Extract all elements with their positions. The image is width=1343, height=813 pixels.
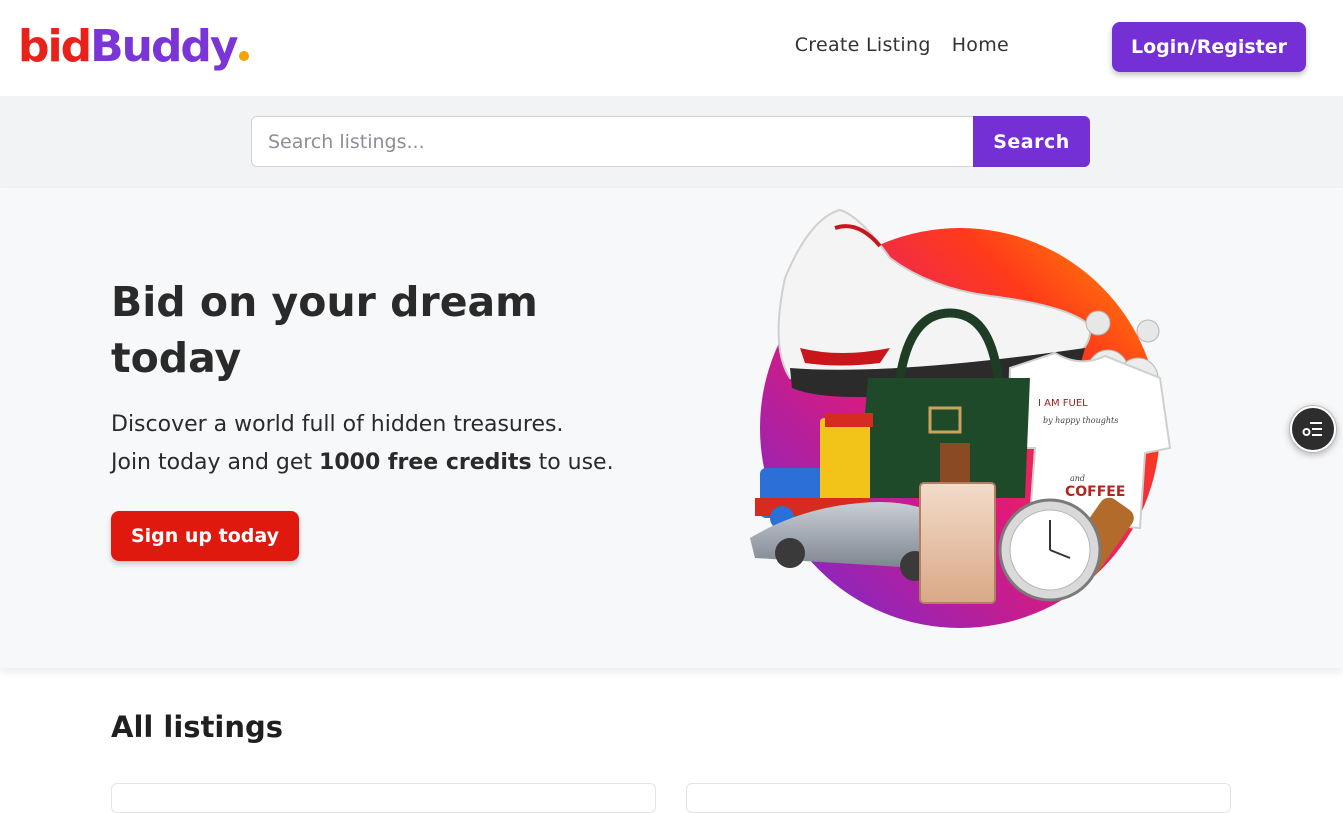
- nav-home[interactable]: Home: [952, 34, 1009, 56]
- hero-text-line-2: Join today and get 1000 free credits to …: [111, 444, 691, 482]
- hero-title: Bid on your dream today: [111, 278, 538, 382]
- logo-part-buddy: Buddy: [90, 21, 239, 72]
- hero-text-line-2-suffix: to use.: [531, 450, 614, 475]
- sign-up-button[interactable]: Sign up today: [111, 511, 299, 561]
- search-input[interactable]: [251, 116, 973, 167]
- free-credits-highlight: 1000 free credits: [319, 450, 532, 475]
- hero-text-line-1: Discover a world full of hidden treasure…: [111, 412, 564, 437]
- nav-create-listing[interactable]: Create Listing: [795, 34, 931, 56]
- hero-text-line-2-prefix: Join today and get: [111, 450, 320, 475]
- site-header: bidBuddy Create Listing Home Login/Regis…: [0, 0, 1343, 96]
- listing-card[interactable]: [111, 783, 656, 813]
- bidbuddy-logo[interactable]: bidBuddy: [18, 20, 249, 74]
- tshirt-print-line-4: COFFEE: [1065, 484, 1125, 500]
- list-settings-icon: [1302, 422, 1322, 436]
- hero-description: Discover a world full of hidden treasure…: [111, 406, 691, 482]
- login-register-button[interactable]: Login/Register: [1112, 22, 1306, 72]
- logo-dot: [238, 51, 249, 61]
- search-bar-section: Search: [0, 96, 1343, 188]
- hero-illustration: I AM FUEL by happy thoughts and COFFEE: [750, 208, 1172, 628]
- listing-card[interactable]: [686, 783, 1231, 813]
- tshirt-print-line-2: by happy thoughts: [1043, 416, 1118, 425]
- tshirt-print-line-3: and: [1070, 474, 1085, 483]
- logo-part-bid: bid: [18, 21, 92, 72]
- search-button[interactable]: Search: [973, 116, 1090, 167]
- listings-heading: All listings: [111, 710, 284, 744]
- hero-section: Bid on your dream today Discover a world…: [0, 188, 1343, 668]
- main-nav: Create Listing Home: [795, 34, 1009, 56]
- tshirt-print-line-1: I AM FUEL: [1038, 398, 1088, 409]
- floating-menu-button[interactable]: [1290, 406, 1336, 452]
- search-form: Search: [251, 116, 1090, 167]
